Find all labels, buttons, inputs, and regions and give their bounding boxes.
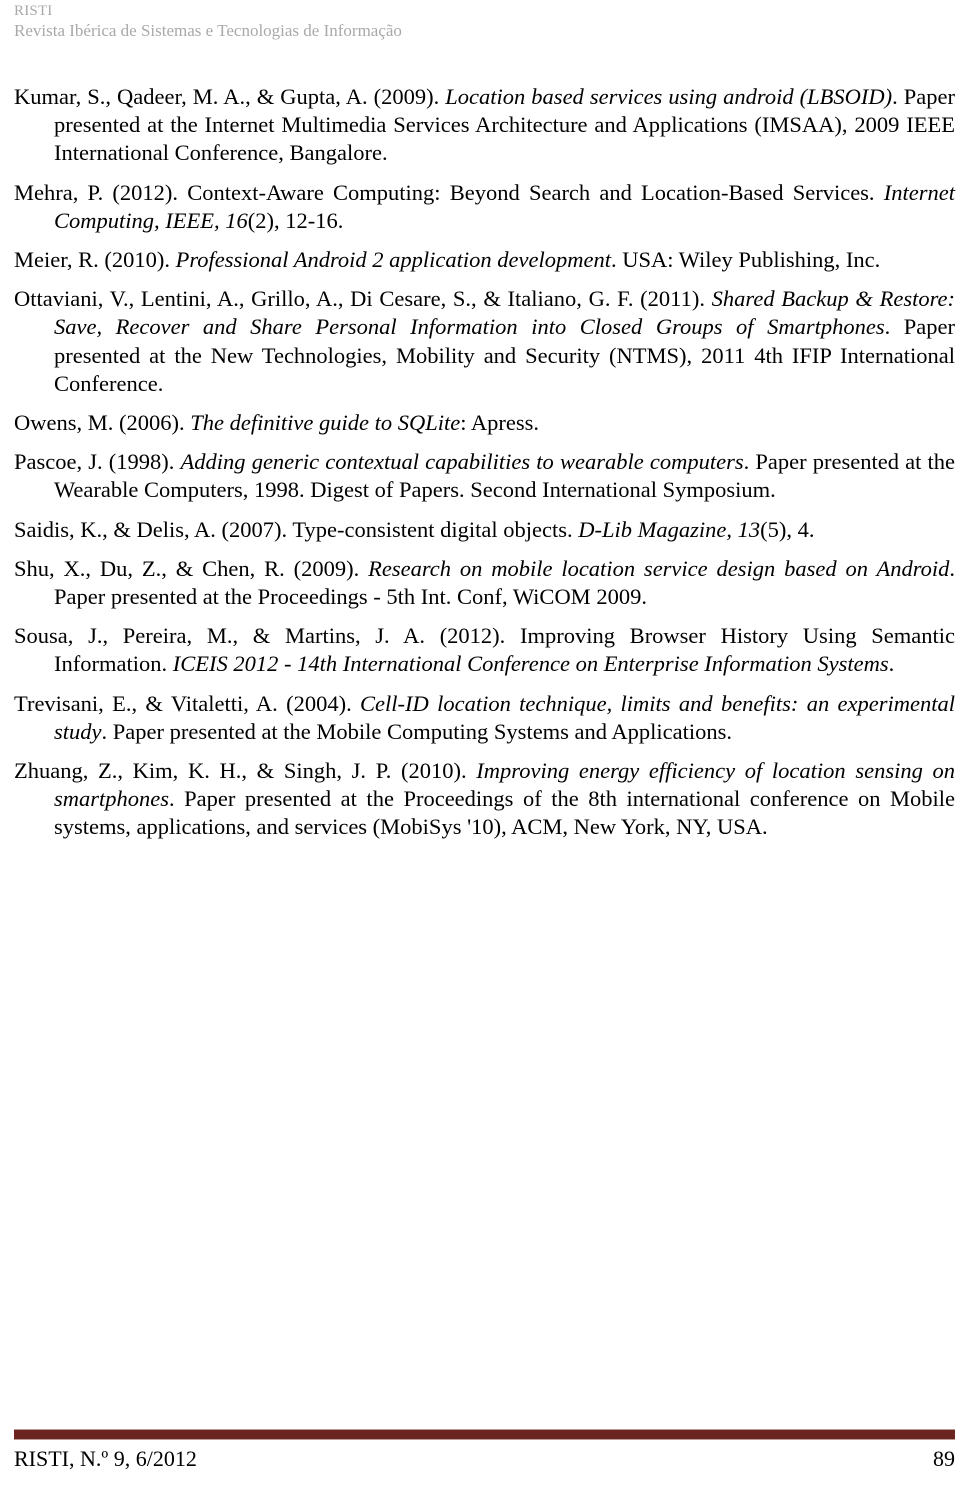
reference-entry: Pascoe, J. (1998). Adding generic contex… [14,448,955,504]
footer-page-number: 89 [933,1446,955,1471]
reference-text: (5), 4. [760,516,815,542]
reference-text: Meier, R. (2010). [14,247,176,273]
page-footer: RISTI, N.º 9, 6/2012 89 [14,1429,955,1472]
reference-text: Ottaviani, V., Lentini, A., Grillo, A., … [14,286,712,312]
reference-title-italic: Professional Android 2 application devel… [175,247,611,273]
reference-entry: Shu, X., Du, Z., & Chen, R. (2009). Rese… [14,555,955,611]
reference-text: . Paper presented at the Proceedings of … [54,786,955,840]
reference-text: Zhuang, Z., Kim, K. H., & Singh, J. P. (… [14,758,477,784]
reference-text: Owens, M. (2006). [14,410,191,436]
reference-entry: Owens, M. (2006). The definitive guide t… [14,409,955,437]
reference-entry: Saidis, K., & Delis, A. (2007). Type-con… [14,516,955,544]
reference-title-italic: Location based services using android (L… [445,84,893,109]
reference-text: Trevisani, E., & Vitaletti, A. (2004). [14,690,361,716]
reference-entry: Zhuang, Z., Kim, K. H., & Singh, J. P. (… [14,757,955,842]
reference-title-italic: Research on mobile location service desi… [368,555,950,581]
footer-divider-rule [14,1429,955,1440]
reference-text: Shu, X., Du, Z., & Chen, R. (2009). [14,555,369,581]
reference-entry: Meier, R. (2010). Professional Android 2… [14,246,955,274]
reference-title-italic: ICEIS 2012 - 14th International Conferen… [172,651,889,677]
reference-text: Kumar, S., Qadeer, M. A., & Gupta, A. (2… [14,84,446,109]
reference-text: Pascoe, J. (1998). [14,449,181,475]
reference-text: Mehra, P. (2012). Context-Aware Computin… [14,179,884,205]
reference-text: : Apress. [460,410,539,436]
reference-title-italic: The definitive guide to SQLite [190,410,461,436]
reference-entry: Sousa, J., Pereira, M., & Martins, J. A.… [14,622,955,678]
reference-entry: Trevisani, E., & Vitaletti, A. (2004). C… [14,690,955,746]
reference-entry: Kumar, S., Qadeer, M. A., & Gupta, A. (2… [14,83,955,168]
page-running-head: RISTI Revista Ibérica de Sistemas e Tecn… [14,2,946,40]
reference-entry: Mehra, P. (2012). Context-Aware Computin… [14,179,955,235]
reference-text: . Paper presented at the Mobile Computin… [101,718,733,744]
reference-text: . USA: Wiley Publishing, Inc. [610,247,881,273]
reference-entry: Ottaviani, V., Lentini, A., Grillo, A., … [14,285,955,398]
reference-text: Saidis, K., & Delis, A. (2007). Type-con… [14,516,579,542]
footer-row: RISTI, N.º 9, 6/2012 89 [14,1445,955,1472]
reference-title-italic: Adding generic contextual capabilities t… [180,449,744,475]
reference-list: Kumar, S., Qadeer, M. A., & Gupta, A. (2… [14,83,955,842]
journal-acronym: RISTI [14,3,53,19]
journal-full-name: Revista Ibérica de Sistemas e Tecnologia… [14,21,402,40]
reference-text: . [888,651,895,677]
footer-citation: RISTI, N.º 9, 6/2012 [14,1446,197,1471]
reference-text: (2), 12-16. [247,207,344,233]
reference-title-italic: D-Lib Magazine, 13 [578,516,761,542]
